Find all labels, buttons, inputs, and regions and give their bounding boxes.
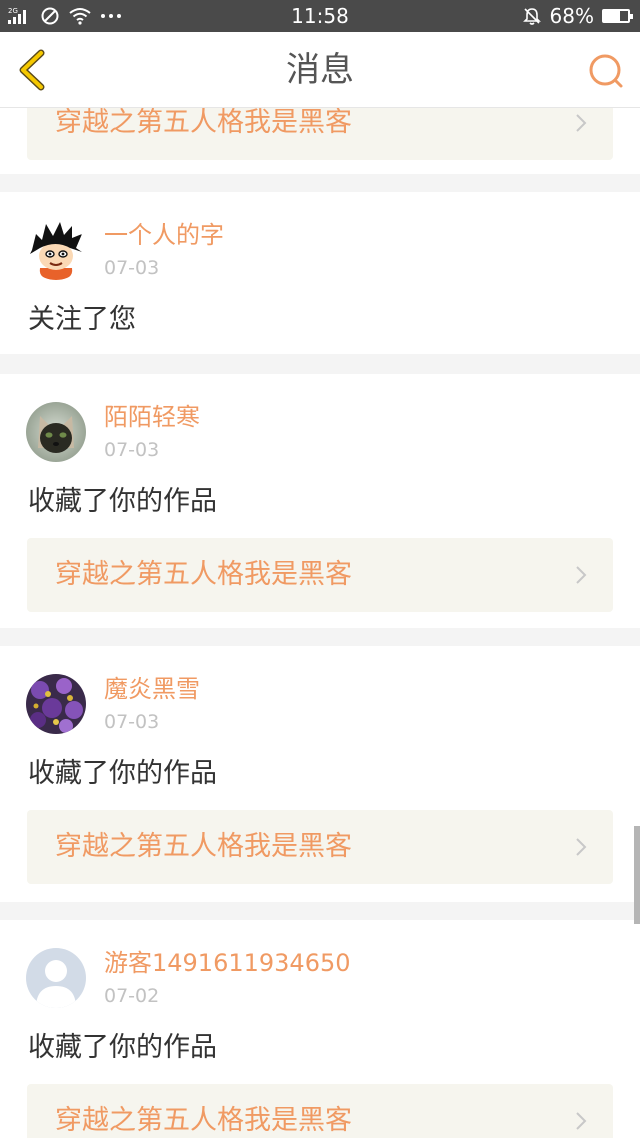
message-date: 07-02 bbox=[104, 985, 160, 1007]
search-icon bbox=[589, 54, 623, 88]
work-title: 穿越之第五人格我是黑客 bbox=[55, 1105, 352, 1136]
cat-avatar[interactable] bbox=[26, 402, 86, 462]
top-navbar: 消息 bbox=[0, 32, 640, 108]
work-title: 穿越之第五人格我是黑客 bbox=[55, 831, 352, 862]
work-link[interactable]: 穿越之第五人格我是黑客 bbox=[27, 538, 613, 612]
message-card: 游客1491611934650 07-02 收藏了你的作品 穿越之第五人格我是黑… bbox=[0, 920, 640, 1138]
user-name[interactable]: 游客1491611934650 bbox=[104, 949, 351, 977]
user-name[interactable]: 一个人的字 bbox=[104, 221, 224, 249]
chevron-right-icon bbox=[576, 838, 587, 856]
message-text: 收藏了你的作品 bbox=[28, 1032, 217, 1063]
message-date: 07-03 bbox=[104, 711, 160, 733]
user-name[interactable]: 陌陌轻寒 bbox=[104, 403, 200, 431]
silent-bell-icon bbox=[522, 8, 541, 25]
work-title: 穿越之第五人格我是黑客 bbox=[55, 108, 352, 138]
message-header: 游客1491611934650 07-02 bbox=[26, 946, 351, 1010]
page-title: 消息 bbox=[286, 50, 354, 90]
work-title: 穿越之第五人格我是黑客 bbox=[55, 559, 352, 590]
message-header: 一个人的字 07-03 bbox=[26, 218, 224, 282]
chevron-right-icon bbox=[576, 566, 587, 584]
user-name[interactable]: 魔炎黑雪 bbox=[104, 675, 200, 703]
message-card: 魔炎黑雪 07-03 收藏了你的作品 穿越之第五人格我是黑客 bbox=[0, 646, 640, 902]
work-link[interactable]: 穿越之第五人格我是黑客 bbox=[27, 108, 613, 160]
default-user-avatar[interactable] bbox=[26, 948, 86, 1008]
purple-flowers-avatar[interactable] bbox=[26, 674, 86, 734]
message-card: 陌陌轻寒 07-03 收藏了你的作品 穿越之第五人格我是黑客 bbox=[0, 374, 640, 628]
chevron-right-icon bbox=[576, 1112, 587, 1130]
message-date: 07-03 bbox=[104, 439, 160, 461]
message-header: 陌陌轻寒 07-03 bbox=[26, 400, 200, 464]
message-feed[interactable]: 穿越之第五人格我是黑客 一个人的字 07-03 关注了您 陌陌轻寒 07-03 … bbox=[0, 108, 640, 1138]
work-link[interactable]: 穿越之第五人格我是黑客 bbox=[27, 810, 613, 884]
battery-percent: 68% bbox=[549, 4, 594, 28]
message-header: 魔炎黑雪 07-03 bbox=[26, 672, 200, 736]
message-text: 收藏了你的作品 bbox=[28, 486, 217, 517]
battery-level bbox=[604, 11, 621, 21]
status-bar: 2G 11:58 68% bbox=[0, 0, 640, 32]
message-date: 07-03 bbox=[104, 257, 160, 279]
battery-icon bbox=[602, 9, 633, 23]
chevron-right-icon bbox=[576, 114, 587, 132]
scrollbar[interactable] bbox=[634, 826, 640, 924]
message-card: 穿越之第五人格我是黑客 bbox=[0, 108, 640, 174]
message-card: 一个人的字 07-03 关注了您 bbox=[0, 192, 640, 354]
message-text: 收藏了你的作品 bbox=[28, 758, 217, 789]
status-icons-right: 68% bbox=[522, 4, 633, 28]
work-link[interactable]: 穿越之第五人格我是黑客 bbox=[27, 1084, 613, 1138]
search-button[interactable] bbox=[586, 52, 626, 92]
cartoon-boy-avatar[interactable] bbox=[26, 220, 86, 280]
message-text: 关注了您 bbox=[28, 304, 136, 335]
